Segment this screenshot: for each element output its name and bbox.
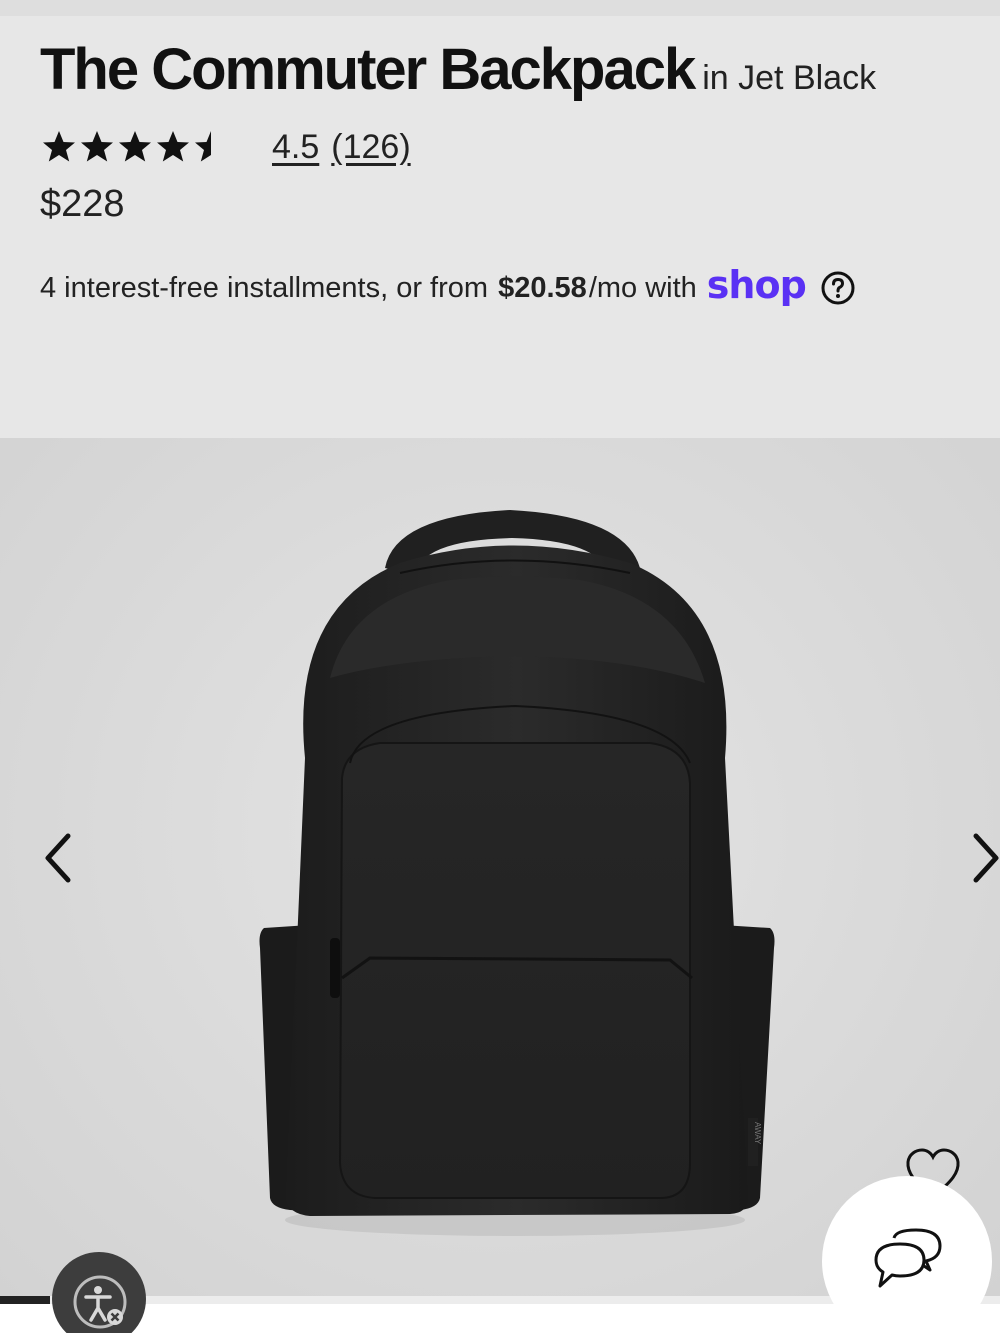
accessibility-icon [73,1275,127,1329]
rating-value-link[interactable]: 4.5 [272,128,319,167]
product-image-gallery[interactable]: AWAY [0,438,1000,1308]
product-page: The Commuter Backpack in Jet Black 4.5 (1… [0,0,1000,1333]
star-rating [40,128,230,166]
installments-line: 4 interest-free installments, or from $2… [40,263,980,310]
product-info: The Commuter Backpack in Jet Black 4.5 (1… [40,36,980,310]
star-full-icon [43,131,75,162]
rating-row: 4.5 (126) [40,125,980,169]
carousel-progress-fill [0,1296,50,1304]
star-full-icon [81,131,113,162]
installments-prefix: 4 interest-free installments, or from [40,271,489,304]
star-full-icon [119,131,151,162]
top-strip [0,0,1000,16]
chat-button[interactable] [822,1176,992,1333]
star-half-icon [195,131,211,162]
review-count-link[interactable]: (126) [331,128,410,167]
installments-suffix: /mo with [588,271,697,304]
star-full-icon [157,131,189,162]
shop-pay-logo: shop [706,263,807,307]
chat-bubbles-icon [874,1228,942,1288]
title-row: The Commuter Backpack in Jet Black [40,36,980,103]
chevron-left-icon[interactable] [34,828,84,888]
product-title: The Commuter Backpack [40,37,696,102]
brand-tag-text: AWAY [753,1122,762,1145]
product-price: $228 [40,183,125,225]
chevron-right-icon[interactable] [962,828,1000,888]
question-circle-icon[interactable] [820,270,856,306]
product-variant: in Jet Black [702,59,877,97]
installments-amount: $20.58 [498,271,587,304]
backpack-product-image: AWAY [259,510,775,1236]
